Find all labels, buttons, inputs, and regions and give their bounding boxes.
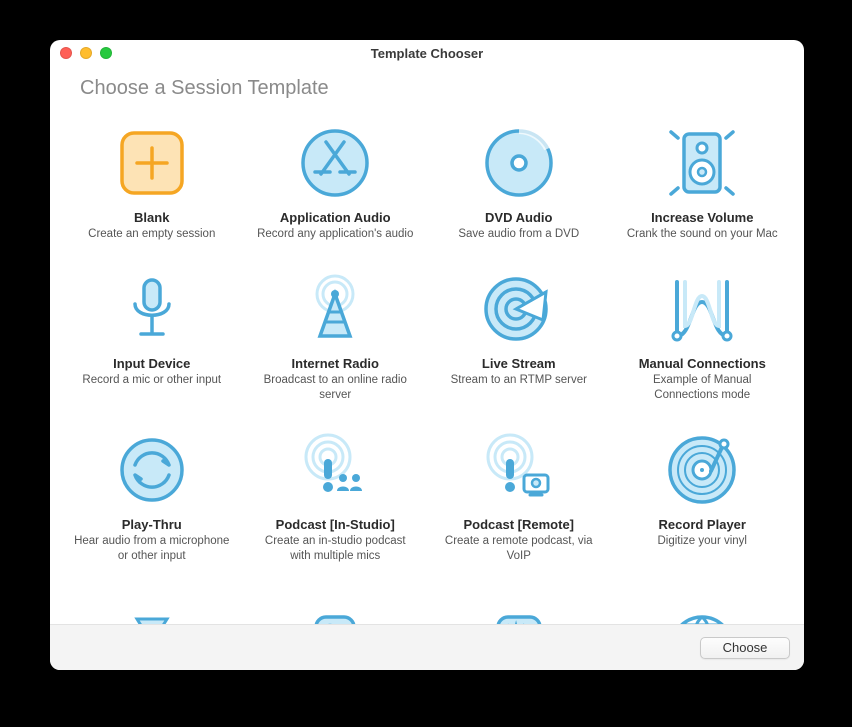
template-description: Create a remote podcast, via VoIP xyxy=(439,534,599,564)
close-button[interactable] xyxy=(60,47,72,59)
template-card[interactable]: Input Device Record a mic or other input xyxy=(62,264,242,411)
traffic-lights xyxy=(60,47,112,59)
plus-icon xyxy=(113,124,191,202)
template-description: Crank the sound on your Mac xyxy=(627,227,778,242)
template-card[interactable]: Podcast [Remote] Create a remote podcast,… xyxy=(429,425,609,572)
template-title: Blank xyxy=(134,210,169,225)
template-card[interactable] xyxy=(62,586,242,624)
template-description: Record any application's audio xyxy=(257,227,413,242)
vinyl-icon xyxy=(663,431,741,509)
template-card[interactable]: Play-Thru Hear audio from a microphone or… xyxy=(62,425,242,572)
template-description: Hear audio from a microphone or other in… xyxy=(72,534,232,564)
manual-icon xyxy=(663,270,741,348)
template-card[interactable]: Record Player Digitize your vinyl xyxy=(613,425,793,572)
radio-tower-icon xyxy=(296,270,374,348)
template-card[interactable]: Increase Volume Crank the sound on your M… xyxy=(613,118,793,250)
template-description: Create an in-studio podcast with multipl… xyxy=(255,534,415,564)
template-card[interactable] xyxy=(613,586,793,624)
template-card[interactable]: Live Stream Stream to an RTMP server xyxy=(429,264,609,411)
template-title: Manual Connections xyxy=(639,356,766,371)
template-card[interactable]: Internet Radio Broadcast to an online rad… xyxy=(246,264,426,411)
template-title: Live Stream xyxy=(482,356,556,371)
template-title: Input Device xyxy=(113,356,190,371)
template-title: Increase Volume xyxy=(651,210,753,225)
template-title: Record Player xyxy=(659,517,746,532)
choose-button[interactable]: Choose xyxy=(700,637,790,659)
footer-bar: Choose xyxy=(50,624,804,670)
page-title: Choose a Session Template xyxy=(50,67,804,106)
template-title: Application Audio xyxy=(280,210,391,225)
template-card[interactable] xyxy=(246,586,426,624)
template-chooser-window: Template Chooser Choose a Session Templa… xyxy=(50,40,804,670)
template-card[interactable]: DVD Audio Save audio from a DVD xyxy=(429,118,609,250)
partial-2-icon xyxy=(296,592,374,624)
titlebar: Template Chooser xyxy=(50,40,804,67)
template-title: DVD Audio xyxy=(485,210,552,225)
template-description: Stream to an RTMP server xyxy=(451,373,587,388)
template-description: Save audio from a DVD xyxy=(458,227,579,242)
template-title: Podcast [Remote] xyxy=(463,517,574,532)
template-description: Digitize your vinyl xyxy=(658,534,747,549)
template-title: Play-Thru xyxy=(122,517,182,532)
template-title: Internet Radio xyxy=(292,356,379,371)
templates-scroll-area[interactable]: Blank Create an empty session Application… xyxy=(50,106,804,624)
mic-icon xyxy=(113,270,191,348)
template-description: Record a mic or other input xyxy=(82,373,221,388)
app-store-icon xyxy=(296,124,374,202)
template-card[interactable]: Podcast [In-Studio] Create an in-studio p… xyxy=(246,425,426,572)
template-description: Broadcast to an online radio server xyxy=(255,373,415,403)
podcast-remote-icon xyxy=(480,431,558,509)
loop-icon xyxy=(113,431,191,509)
partial-3-icon xyxy=(480,592,558,624)
templates-grid: Blank Create an empty session Application… xyxy=(62,118,792,624)
partial-4-icon xyxy=(663,592,741,624)
content-area: Choose a Session Template Blank Create an… xyxy=(50,67,804,670)
template-card[interactable] xyxy=(429,586,609,624)
template-description: Example of Manual Connections mode xyxy=(622,373,782,403)
podcast-studio-icon xyxy=(296,431,374,509)
template-card[interactable]: Application Audio Record any application'… xyxy=(246,118,426,250)
broadcast-icon xyxy=(480,270,558,348)
template-card[interactable]: Manual Connections Example of Manual Conn… xyxy=(613,264,793,411)
disc-icon xyxy=(480,124,558,202)
minimize-button[interactable] xyxy=(80,47,92,59)
template-title: Podcast [In-Studio] xyxy=(276,517,395,532)
window-title: Template Chooser xyxy=(371,46,483,61)
template-card[interactable]: Blank Create an empty session xyxy=(62,118,242,250)
template-description: Create an empty session xyxy=(88,227,215,242)
speaker-icon xyxy=(663,124,741,202)
partial-1-icon xyxy=(113,592,191,624)
zoom-button[interactable] xyxy=(100,47,112,59)
